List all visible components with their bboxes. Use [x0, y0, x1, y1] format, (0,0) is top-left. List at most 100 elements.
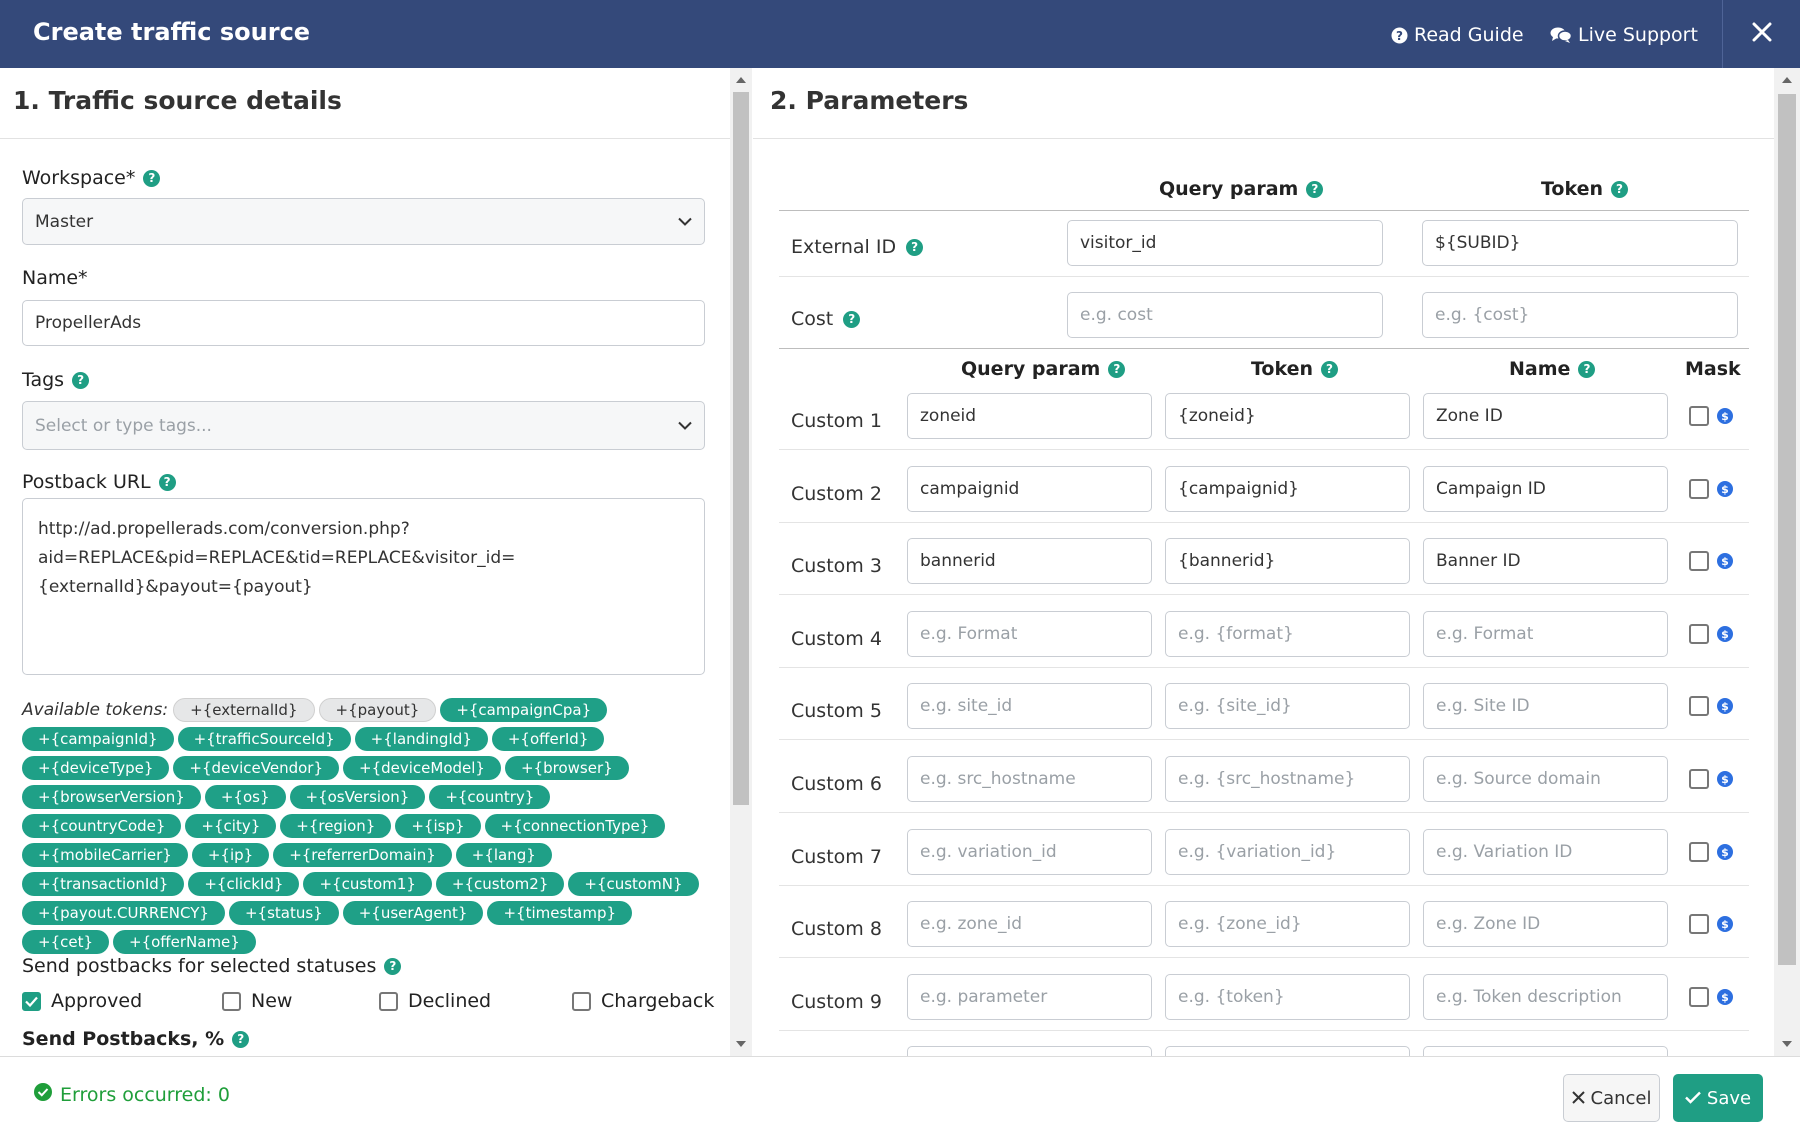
help-icon[interactable]: ? [1321, 360, 1339, 378]
custom-9-query-input[interactable]: e.g. parameter [907, 973, 1152, 1020]
custom-7-name-input[interactable]: e.g. Variation ID [1423, 828, 1668, 875]
token-chip[interactable]: +{status} [228, 901, 339, 925]
token-chip[interactable]: +{offerName} [113, 930, 256, 954]
token-chip[interactable]: +{referrerDomain} [273, 843, 452, 867]
close-button[interactable] [1722, 0, 1800, 68]
custom-9-name-input[interactable]: e.g. Token description [1423, 973, 1668, 1020]
token-chip[interactable]: +{region} [280, 814, 392, 838]
token-chip[interactable]: +{os} [204, 785, 286, 809]
token-chip[interactable]: +{customN} [568, 872, 699, 896]
status-declined-checkbox[interactable]: Declined [379, 990, 491, 1012]
token-chip[interactable]: +{lang} [455, 843, 552, 867]
token-chip[interactable]: +{deviceType} [22, 756, 170, 780]
help-icon[interactable]: ? [1578, 360, 1596, 378]
help-icon[interactable]: ? [843, 310, 861, 328]
right-scrollbar[interactable] [1774, 68, 1800, 1056]
token-chip[interactable]: +{clickId} [188, 872, 300, 896]
custom-6-token-input[interactable]: e.g. {src_hostname} [1165, 756, 1410, 802]
custom-2-token-input[interactable]: {campaignid} [1165, 465, 1410, 512]
token-chip[interactable]: +{ip} [191, 843, 270, 867]
token-chip[interactable]: +{connectionType} [484, 814, 666, 838]
custom-2-name-input[interactable]: Campaign ID [1423, 465, 1668, 512]
token-chip[interactable]: +{landingId} [354, 727, 488, 751]
custom-4-mask-checkbox[interactable] [1689, 623, 1709, 644]
token-chip[interactable]: +{countryCode} [22, 814, 182, 838]
custom-8-token-input[interactable]: e.g. {zone_id} [1165, 901, 1410, 948]
custom-4-query-input[interactable]: e.g. Format [907, 610, 1152, 657]
token-chip[interactable]: +{payout.CURRENCY} [22, 901, 225, 925]
scroll-down-icon[interactable] [730, 1034, 752, 1054]
custom-1-name-input[interactable]: Zone ID [1423, 393, 1668, 439]
token-chip[interactable]: +{campaignCpa} [440, 698, 608, 722]
custom-9-token-input[interactable]: e.g. {token} [1165, 973, 1410, 1020]
token-chip[interactable]: +{payout} [318, 698, 437, 722]
status-approved-checkbox[interactable]: Approved [22, 990, 142, 1012]
custom-4-name-input[interactable]: e.g. Format [1423, 610, 1668, 657]
save-button[interactable]: Save [1673, 1074, 1763, 1122]
token-chip[interactable]: +{transactionId} [22, 872, 185, 896]
custom-3-token-input[interactable]: {bannerid} [1165, 538, 1410, 585]
live-support-link[interactable]: Live Support [1550, 0, 1698, 70]
token-chip[interactable]: +{deviceVendor} [173, 756, 340, 780]
custom-7-mask-checkbox[interactable] [1689, 841, 1709, 862]
token-chip[interactable]: +{custom2} [435, 872, 565, 896]
read-guide-link[interactable]: ? Read Guide [1391, 0, 1524, 70]
custom-8-name-input[interactable]: e.g. Zone ID [1423, 901, 1668, 948]
token-chip[interactable]: +{browserVersion} [22, 785, 201, 809]
custom-5-token-input[interactable]: e.g. {site_id} [1165, 683, 1410, 730]
token-chip[interactable]: +{custom1} [303, 872, 432, 896]
cost-token-input[interactable]: e.g. {cost} [1422, 292, 1738, 338]
custom-7-query-input[interactable]: e.g. variation_id [907, 828, 1152, 875]
custom-3-name-input[interactable]: Banner ID [1423, 538, 1668, 585]
custom-2-mask-checkbox[interactable] [1689, 478, 1709, 499]
custom-7-token-input[interactable]: e.g. {variation_id} [1165, 828, 1410, 875]
custom-3-query-input[interactable]: bannerid [907, 538, 1152, 585]
token-chip[interactable]: +{userAgent} [342, 901, 484, 925]
custom-1-mask-checkbox[interactable] [1689, 406, 1709, 426]
workspace-select[interactable]: Master [22, 198, 705, 245]
token-chip[interactable]: +{mobileCarrier} [22, 843, 188, 867]
help-icon[interactable]: ? [384, 957, 402, 975]
name-input[interactable]: PropellerAds [22, 300, 705, 346]
custom-8-query-input[interactable]: e.g. zone_id [907, 901, 1152, 948]
help-icon[interactable]: ? [232, 1030, 250, 1048]
left-scrollbar[interactable] [730, 68, 752, 1056]
custom-5-name-input[interactable]: e.g. Site ID [1423, 683, 1668, 730]
custom-6-name-input[interactable]: e.g. Source domain [1423, 756, 1668, 802]
custom-5-mask-checkbox[interactable] [1689, 696, 1709, 717]
token-chip[interactable]: +{city} [185, 814, 277, 838]
token-chip[interactable]: +{offerId} [491, 727, 605, 751]
tags-select[interactable]: Select or type tags... [22, 401, 705, 450]
token-chip[interactable]: +{osVersion} [289, 785, 426, 809]
status-chargeback-checkbox[interactable]: Chargeback [572, 990, 714, 1012]
custom-1-token-input[interactable]: {zoneid} [1165, 393, 1410, 439]
scroll-up-icon[interactable] [1774, 70, 1800, 90]
cost-query-input[interactable]: e.g. cost [1067, 292, 1383, 338]
help-icon[interactable]: ? [72, 371, 90, 389]
status-new-checkbox[interactable]: New [222, 990, 292, 1012]
custom-2-query-input[interactable]: campaignid [907, 465, 1152, 512]
custom-3-mask-checkbox[interactable] [1689, 551, 1709, 572]
scroll-down-icon[interactable] [1774, 1034, 1800, 1054]
token-chip[interactable]: +{country} [429, 785, 551, 809]
help-icon[interactable]: ? [143, 169, 161, 187]
custom-10-query-input[interactable] [907, 1046, 1152, 1056]
custom-6-query-input[interactable]: e.g. src_hostname [907, 756, 1152, 802]
custom-8-mask-checkbox[interactable] [1689, 914, 1709, 935]
help-icon[interactable]: ? [1611, 180, 1629, 198]
cancel-button[interactable]: Cancel [1563, 1074, 1660, 1122]
custom-1-query-input[interactable]: zoneid [907, 393, 1152, 439]
token-chip[interactable]: +{isp} [395, 814, 481, 838]
custom-6-mask-checkbox[interactable] [1689, 769, 1709, 789]
token-chip[interactable]: +{deviceModel} [343, 756, 501, 780]
custom-10-token-input[interactable] [1165, 1046, 1410, 1056]
help-icon[interactable]: ? [158, 473, 176, 491]
custom-4-token-input[interactable]: e.g. {format} [1165, 610, 1410, 657]
external-id-token-input[interactable]: ${SUBID} [1422, 220, 1738, 266]
scroll-thumb[interactable] [1778, 94, 1796, 965]
custom-9-mask-checkbox[interactable] [1689, 986, 1709, 1007]
token-chip[interactable]: +{cet} [22, 930, 110, 954]
postback-url-textarea[interactable]: http://ad.propellerads.com/conversion.ph… [22, 498, 705, 675]
scroll-thumb[interactable] [733, 92, 749, 805]
help-icon[interactable]: ? [1108, 360, 1126, 378]
